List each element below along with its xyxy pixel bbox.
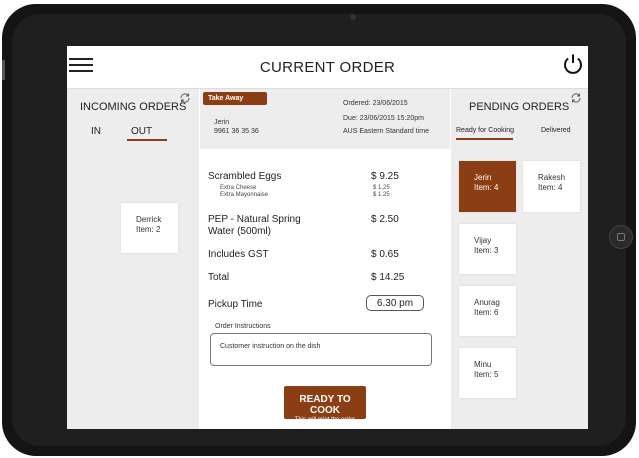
order-item-count: Item: 5 <box>474 370 499 379</box>
order-customer-name: Minu <box>474 360 492 369</box>
item-extra-price: $ 1.25 <box>373 192 390 198</box>
side-button <box>2 60 5 80</box>
order-header: Take Away Jerin 9961 36 35 36 Ordered: 2… <box>200 89 450 149</box>
gst-value: $ 0.65 <box>371 249 399 260</box>
pickup-time-label: Pickup Time <box>208 299 263 310</box>
item-extra-name: Extra Mayonnaise <box>220 192 269 198</box>
total-label: Total <box>208 272 230 283</box>
tab-out-indicator <box>127 139 167 141</box>
pickup-time-field[interactable]: 6.30 pm <box>366 295 424 311</box>
refresh-icon[interactable] <box>570 92 582 104</box>
item-name-line1: PEP - Natural Spring <box>208 214 301 225</box>
pending-orders-title: PENDING ORDERS <box>469 101 570 113</box>
pending-order-card[interactable]: Anurag Item: 6 <box>459 286 516 336</box>
item-extra-name: Extra Cheese <box>220 185 257 191</box>
item-name-line2: Water (500ml) <box>208 226 271 237</box>
incoming-orders-title: INCOMING ORDERS <box>80 101 187 113</box>
item-price: $ 9.25 <box>371 171 399 182</box>
tab-out[interactable]: OUT <box>131 126 152 137</box>
power-icon[interactable] <box>561 52 585 76</box>
order-item-count: Item: 2 <box>136 225 161 234</box>
customer-phone: 9961 36 35 36 <box>214 128 259 135</box>
total-value: $ 14.25 <box>371 272 405 283</box>
timezone-label: AUS Eastern Standard time <box>343 128 429 135</box>
order-customer-name: Anurag <box>474 298 500 307</box>
gst-label: Includes GST <box>208 249 269 260</box>
order-customer-name: Derrick <box>136 215 162 224</box>
customer-name: Jerin <box>214 119 230 126</box>
incoming-orders-panel: INCOMING ORDERS IN OUT Derrick Item: 2 <box>67 89 199 429</box>
app-screen: CURRENT ORDER INCOMING ORDERS IN OUT Der… <box>67 46 588 429</box>
order-customer-name: Vijay <box>474 236 492 245</box>
ready-to-cook-button[interactable]: READY TO COOK This will print the order <box>284 386 366 423</box>
order-instructions-field[interactable]: Customer instruction on the dish <box>210 333 432 366</box>
ready-to-cook-sublabel: This will print the order <box>294 417 356 423</box>
tab-in[interactable]: IN <box>91 126 101 137</box>
tab-ready-indicator <box>456 138 513 140</box>
item-price: $ 2.50 <box>371 214 399 225</box>
page-title: CURRENT ORDER <box>259 59 396 76</box>
order-type-badge: Take Away <box>203 92 267 105</box>
delivered-order-card[interactable]: Rakesh Item: 4 <box>523 161 580 212</box>
pending-order-card[interactable]: Minu Item: 5 <box>459 348 516 398</box>
item-name: Scrambled Eggs <box>208 171 282 182</box>
refresh-icon[interactable] <box>179 92 191 104</box>
order-item-count: Item: 4 <box>538 183 563 192</box>
order-item-count: Item: 6 <box>474 308 499 317</box>
order-customer-name: Rakesh <box>538 173 566 182</box>
order-item-count: Item: 3 <box>474 246 499 255</box>
home-button[interactable] <box>609 225 633 249</box>
tab-delivered[interactable]: Delivered <box>541 127 571 134</box>
ready-to-cook-label: READY TO COOK <box>299 394 351 416</box>
pending-orders-panel: PENDING ORDERS Ready for Cooking Deliver… <box>451 89 588 429</box>
top-bar: CURRENT ORDER <box>67 46 588 89</box>
pending-order-card[interactable]: Vijay Item: 3 <box>459 224 516 274</box>
camera-icon <box>350 14 356 20</box>
order-item-count: Item: 4 <box>474 183 499 192</box>
item-extra-price: $ 1.25 <box>373 185 390 191</box>
incoming-order-card[interactable]: Derrick Item: 2 <box>121 203 178 253</box>
pending-order-card[interactable]: Jerin Item: 4 <box>459 161 516 212</box>
tab-ready-for-cooking[interactable]: Ready for Cooking <box>456 127 514 134</box>
order-instructions-label: Order Instructions <box>215 323 271 330</box>
order-customer-name: Jerin <box>474 173 492 182</box>
ordered-date: Ordered: 23/06/2015 <box>343 100 408 107</box>
due-date: Due: 23/06/2015 15:20pm <box>343 115 424 122</box>
